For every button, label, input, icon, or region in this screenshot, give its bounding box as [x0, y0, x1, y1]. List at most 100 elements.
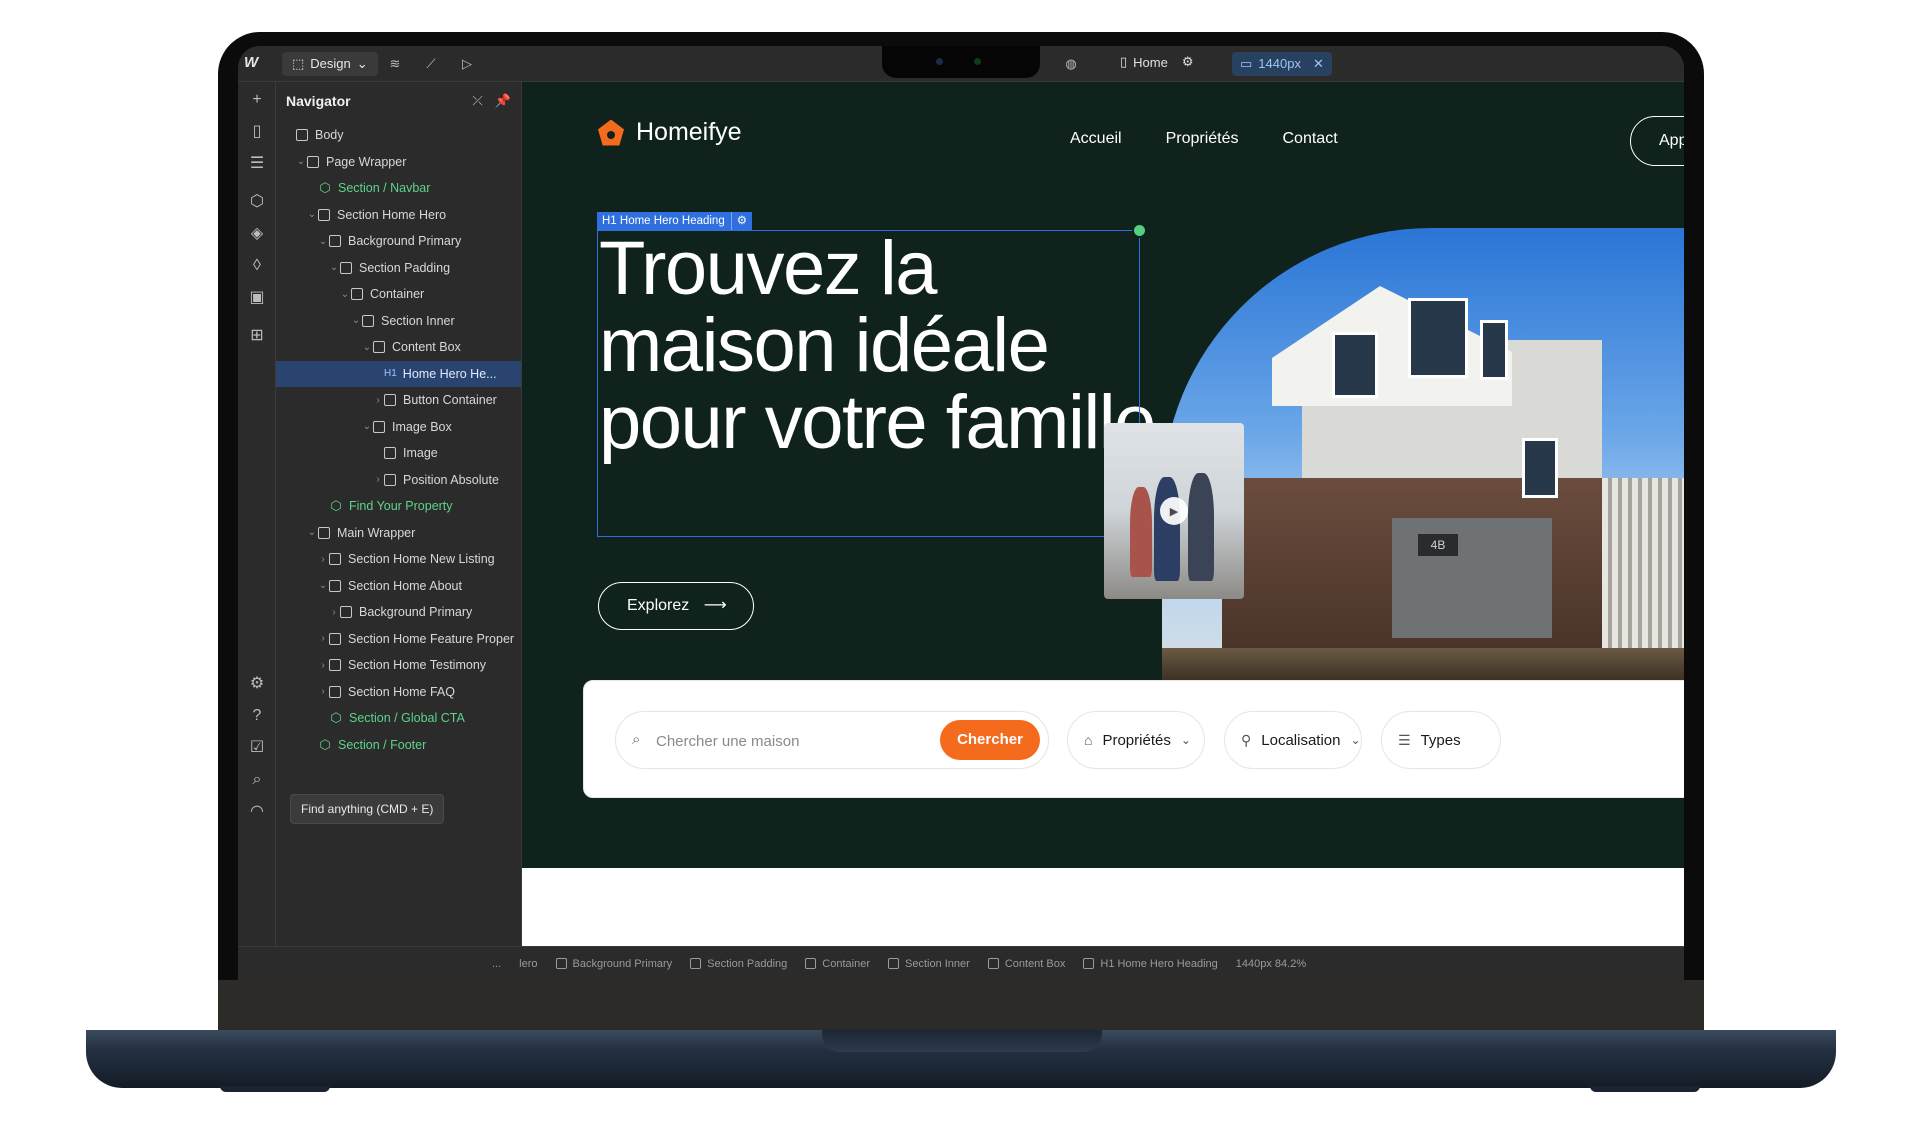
breadcrumb-item[interactable]: Content Box: [987, 958, 1065, 970]
help-icon[interactable]: ?: [247, 706, 267, 726]
search-input[interactable]: [656, 730, 926, 752]
chevron-right-icon[interactable]: ›: [328, 607, 340, 618]
element-settings-gear-icon[interactable]: ⚙: [730, 212, 747, 230]
chevron-right-icon[interactable]: ›: [317, 633, 329, 644]
assets-image-icon[interactable]: ▣: [247, 288, 267, 308]
navigator-row[interactable]: › Section Home New Listing: [276, 546, 521, 573]
chevron-down-icon[interactable]: ⌄: [306, 209, 318, 220]
navigator-row[interactable]: › Section Home Testimony: [276, 652, 521, 679]
navigator-row[interactable]: ⬡ Section / Global CTA: [276, 705, 521, 732]
add-element-handle[interactable]: [1132, 223, 1147, 238]
chevron-right-icon[interactable]: ›: [317, 660, 329, 671]
selection-label[interactable]: H1 Home Hero Heading ⚙: [597, 212, 753, 230]
navigator-row[interactable]: › Section Home FAQ: [276, 679, 521, 706]
navigator-row[interactable]: › Position Absolute: [276, 467, 521, 494]
audit-checkbox-icon[interactable]: ☑: [247, 738, 267, 758]
family-video-card[interactable]: ▶: [1104, 423, 1244, 599]
navigator-row[interactable]: ⬡ Find Your Property: [276, 493, 521, 520]
menu-item-contact[interactable]: Contact: [1283, 130, 1338, 148]
chevron-right-icon[interactable]: ›: [372, 474, 384, 485]
chevron-right-icon[interactable]: ›: [372, 395, 384, 406]
chevron-down-icon[interactable]: ⌄: [295, 156, 307, 167]
search-button[interactable]: Chercher: [940, 720, 1040, 760]
navbar-cta-button[interactable]: Appe: [1630, 116, 1684, 166]
chevron-down-icon[interactable]: ⌄: [317, 236, 329, 247]
laptop-foot-right: [1590, 1086, 1700, 1092]
play-preview-icon[interactable]: ▷: [458, 55, 476, 73]
navigator-row[interactable]: ⌄ Image Box: [276, 414, 521, 441]
div-block-icon: [318, 208, 330, 221]
chevron-down-icon[interactable]: ⌄: [350, 315, 362, 326]
navigator-row[interactable]: Image: [276, 440, 521, 467]
navigator-row[interactable]: ⌄ Content Box: [276, 334, 521, 361]
analytics-chart-icon[interactable]: ⟋: [422, 55, 440, 73]
navigator-row[interactable]: ⌄ Main Wrapper: [276, 520, 521, 547]
close-icon[interactable]: ✕: [1313, 52, 1324, 76]
settings-gear-icon[interactable]: ⚙: [247, 674, 267, 694]
div-block-icon: [373, 341, 385, 354]
video-help-icon[interactable]: ◠: [247, 802, 267, 822]
breadcrumb-item[interactable]: 1440px 84.2%: [1236, 958, 1306, 970]
chevron-down-icon[interactable]: ⌄: [328, 262, 340, 273]
navigator-row[interactable]: Body: [276, 122, 521, 149]
find-search-icon[interactable]: ⌕: [247, 770, 267, 790]
div-block-icon: [340, 606, 352, 619]
filter-localisation[interactable]: ⚲ Localisation ⌄: [1224, 711, 1362, 769]
breadcrumb-item[interactable]: ...: [492, 958, 501, 970]
navigator-row[interactable]: H1 Home Hero He...: [276, 360, 521, 387]
brand-logo[interactable]: Homeifye: [598, 118, 742, 147]
chevron-down-icon[interactable]: ⌄: [361, 342, 373, 353]
breadcrumb-label: ...: [492, 957, 502, 970]
breadcrumb-item[interactable]: H1 Home Hero Heading: [1083, 958, 1218, 970]
page-selector[interactable]: ▯ Home ⚙: [1120, 54, 1194, 70]
navigator-row[interactable]: ⌄ Section Home About: [276, 573, 521, 600]
database-icon[interactable]: ≋: [386, 55, 404, 73]
property-search-card: ⌕ Chercher ⌂ Propriétés ⌄ ⚲ Localisation…: [583, 680, 1684, 798]
filter-types[interactable]: ☰ Types: [1381, 711, 1501, 769]
navigator-row[interactable]: ⌄ Container: [276, 281, 521, 308]
chevron-right-icon[interactable]: ›: [317, 554, 329, 565]
pin-icon[interactable]: 📌: [495, 93, 511, 109]
breadcrumb-item[interactable]: lero: [519, 958, 537, 970]
globe-icon[interactable]: ◍: [1062, 55, 1080, 73]
collapse-icon[interactable]: ⤫: [472, 93, 482, 109]
add-elements-plus-icon[interactable]: +: [247, 90, 267, 110]
webflow-logo-icon[interactable]: W: [244, 54, 270, 74]
breadcrumb-item[interactable]: Background Primary: [555, 958, 672, 970]
chevron-down-icon[interactable]: ⌄: [339, 289, 351, 300]
navigator-row[interactable]: ⬡ Section / Navbar: [276, 175, 521, 202]
navigator-row[interactable]: › Section Home Feature Proper: [276, 626, 521, 653]
breadcrumb-item[interactable]: Section Inner: [888, 958, 970, 970]
apps-grid-icon[interactable]: ⊞: [247, 326, 267, 346]
play-icon[interactable]: ▶: [1160, 497, 1188, 525]
variables-drops-icon[interactable]: ◊: [247, 256, 267, 276]
chevron-down-icon[interactable]: ⌄: [306, 527, 318, 538]
design-canvas[interactable]: Homeifye Accueil Propriétés Contact Appe…: [522, 82, 1684, 980]
design-mode-button[interactable]: ⬚ Design ⌄: [282, 52, 378, 76]
navigator-row[interactable]: ⌄ Page Wrapper: [276, 149, 521, 176]
navigator-row[interactable]: › Background Primary: [276, 599, 521, 626]
chevron-down-icon[interactable]: ⌄: [317, 580, 329, 591]
components-cube-icon[interactable]: ⬡: [247, 192, 267, 212]
chevron-down-icon[interactable]: ⌄: [361, 421, 373, 432]
navigator-row[interactable]: ⌄ Section Inner: [276, 308, 521, 335]
breadcrumb-item[interactable]: Container: [805, 958, 870, 970]
pages-icon[interactable]: ▯: [247, 122, 267, 142]
menu-item-proprietes[interactable]: Propriétés: [1166, 130, 1239, 148]
breakpoint-chip[interactable]: ▭ 1440px ✕: [1232, 52, 1332, 76]
explore-button[interactable]: Explorez ⟶: [598, 582, 754, 630]
breadcrumb-item[interactable]: Section Padding: [690, 958, 787, 970]
chevron-right-icon[interactable]: ›: [317, 686, 329, 697]
navigator-layers-icon[interactable]: ☰: [247, 154, 267, 174]
laptop-foot-left: [220, 1086, 330, 1092]
navigator-row[interactable]: ⌄ Section Padding: [276, 255, 521, 282]
filter-proprietes[interactable]: ⌂ Propriétés ⌄: [1067, 711, 1205, 769]
navigator-row[interactable]: ⬡ Section / Footer: [276, 732, 521, 759]
styles-icon[interactable]: ◈: [247, 224, 267, 244]
navigator-row[interactable]: ⌄ Section Home Hero: [276, 202, 521, 229]
house-window: [1480, 320, 1508, 380]
menu-item-accueil[interactable]: Accueil: [1070, 130, 1122, 148]
navigator-row[interactable]: ⌄ Background Primary: [276, 228, 521, 255]
page-settings-gear-icon[interactable]: ⚙: [1182, 54, 1194, 70]
navigator-row[interactable]: › Button Container: [276, 387, 521, 414]
